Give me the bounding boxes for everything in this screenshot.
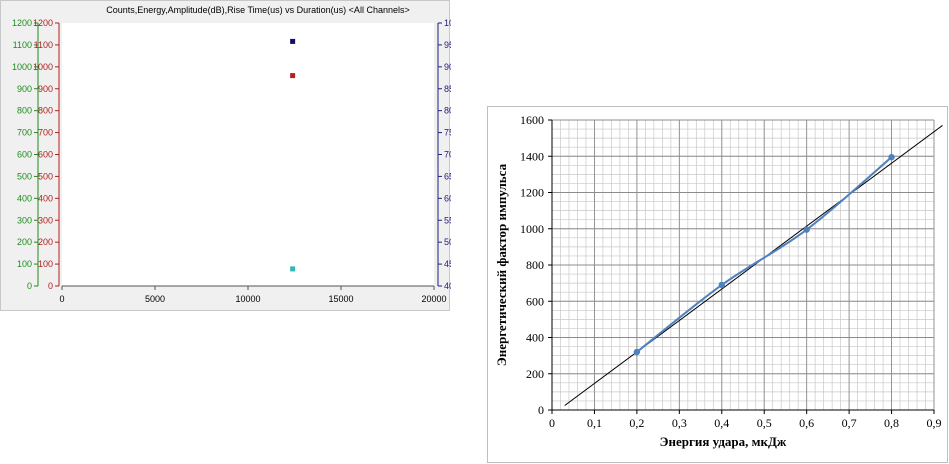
y-tick-label: 200 (17, 237, 32, 247)
grid (551, 119, 935, 411)
y-tick-label: 800 (526, 258, 544, 272)
y-tick-label: 200 (38, 237, 53, 247)
x-tick-label: 0 (59, 294, 64, 304)
x-tick-label: 5000 (145, 294, 165, 304)
y-tick-label: 300 (17, 215, 32, 225)
data-point (290, 38, 296, 44)
y-tick-label: 1100 (34, 40, 53, 50)
y-tick-label: 400 (17, 193, 32, 203)
x-axis-label: Энергия удара, мкДж (660, 434, 787, 449)
y-tick-label: 90 (444, 62, 451, 72)
measured-data-point (718, 281, 725, 289)
y-tick-label: 60 (444, 193, 451, 203)
x-tick-label: 0,2 (629, 416, 644, 430)
y-tick-label: 40 (444, 281, 451, 291)
y-tick-label: 800 (17, 106, 32, 116)
y-tick-label: 1600 (520, 113, 544, 127)
x-tick-label: 0,6 (799, 416, 814, 430)
y-tick-label: 600 (526, 294, 544, 308)
x-tick-label: 0,3 (672, 416, 687, 430)
y-tick-label: 1200 (520, 186, 544, 200)
y-tick-label: 70 (444, 150, 451, 160)
y-tick-label: 50 (444, 237, 451, 247)
y-tick-label: 100 (444, 18, 451, 28)
y-tick-label: 1400 (520, 149, 544, 163)
chart-title: Counts,Energy,Amplitude(dB),Rise Time(us… (106, 5, 409, 15)
y-tick-label: 85 (444, 84, 451, 94)
x-tick-label: 0,4 (714, 416, 729, 430)
x-tick-label: 20000 (421, 294, 446, 304)
y-tick-label: 1200 (33, 18, 53, 28)
y-tick-label: 900 (38, 84, 53, 94)
y-tick-label: 0 (538, 403, 544, 417)
y-tick-label: 80 (444, 106, 451, 116)
y-tick-label: 1200 (12, 18, 32, 28)
y-tick-label: 65 (444, 171, 451, 181)
y-tick-label: 75 (444, 128, 451, 138)
y-tick-label: 600 (38, 150, 53, 160)
left-chart-panel: Counts,Energy,Amplitude(dB),Rise Time(us… (0, 0, 451, 311)
y-tick-label: 300 (38, 215, 53, 225)
y-tick-label: 45 (444, 259, 451, 269)
y-tick-label: 400 (526, 331, 544, 345)
x-tick-label: 0,9 (927, 416, 942, 430)
y-tick-label: 800 (38, 106, 53, 116)
y-tick-label: 0 (48, 281, 53, 291)
y-tick-label: 600 (17, 150, 32, 160)
x-tick-label: 0,7 (842, 416, 857, 430)
y-tick-label: 100 (38, 259, 53, 269)
x-tick-label: 0,8 (884, 416, 899, 430)
y-tick-label: 1000 (33, 62, 53, 72)
y-tick-label: 400 (38, 193, 53, 203)
x-tick-label: 15000 (328, 294, 353, 304)
measured-data-point (888, 153, 895, 161)
y-tick-label: 700 (38, 128, 53, 138)
left-scatter-chart: Counts,Energy,Amplitude(dB),Rise Time(us… (12, 5, 451, 304)
y-tick-label: 100 (17, 259, 32, 269)
y-tick-label: 900 (17, 84, 32, 94)
y-tick-label: 0 (27, 281, 32, 291)
y-tick-label: 700 (17, 128, 32, 138)
y-tick-label: 500 (17, 171, 32, 181)
y-tick-label: 200 (526, 367, 544, 381)
y-tick-label: 55 (444, 215, 451, 225)
right-chart-panel: 0 0,1 0,2 0,3 0,4 0,5 0,6 0,7 0,8 0,9 0 200 400 600 80… (487, 106, 948, 463)
x-tick-label: 0,1 (587, 416, 602, 430)
right-line-chart: 0 0,1 0,2 0,3 0,4 0,5 0,6 0,7 0,8 0,9 0 200 400 600 80… (494, 113, 943, 449)
y-tick-label: 1000 (12, 62, 32, 72)
data-point (290, 73, 296, 79)
y-tick-label: 95 (444, 40, 451, 50)
measured-data-point (633, 348, 641, 356)
y-tick-label: 1000 (520, 222, 544, 236)
measured-data-point (803, 226, 810, 233)
x-tick-label: 10000 (235, 294, 260, 304)
data-point (290, 266, 296, 272)
y-tick-label: 500 (38, 171, 53, 181)
x-tick-label: 0,5 (757, 416, 772, 430)
plot-area (62, 23, 434, 286)
x-tick-label: 0 (549, 416, 555, 430)
y-tick-label: 1100 (13, 40, 32, 50)
trend-line (564, 125, 943, 406)
y-axis-label: Энергетический фактор импульса (494, 163, 509, 366)
